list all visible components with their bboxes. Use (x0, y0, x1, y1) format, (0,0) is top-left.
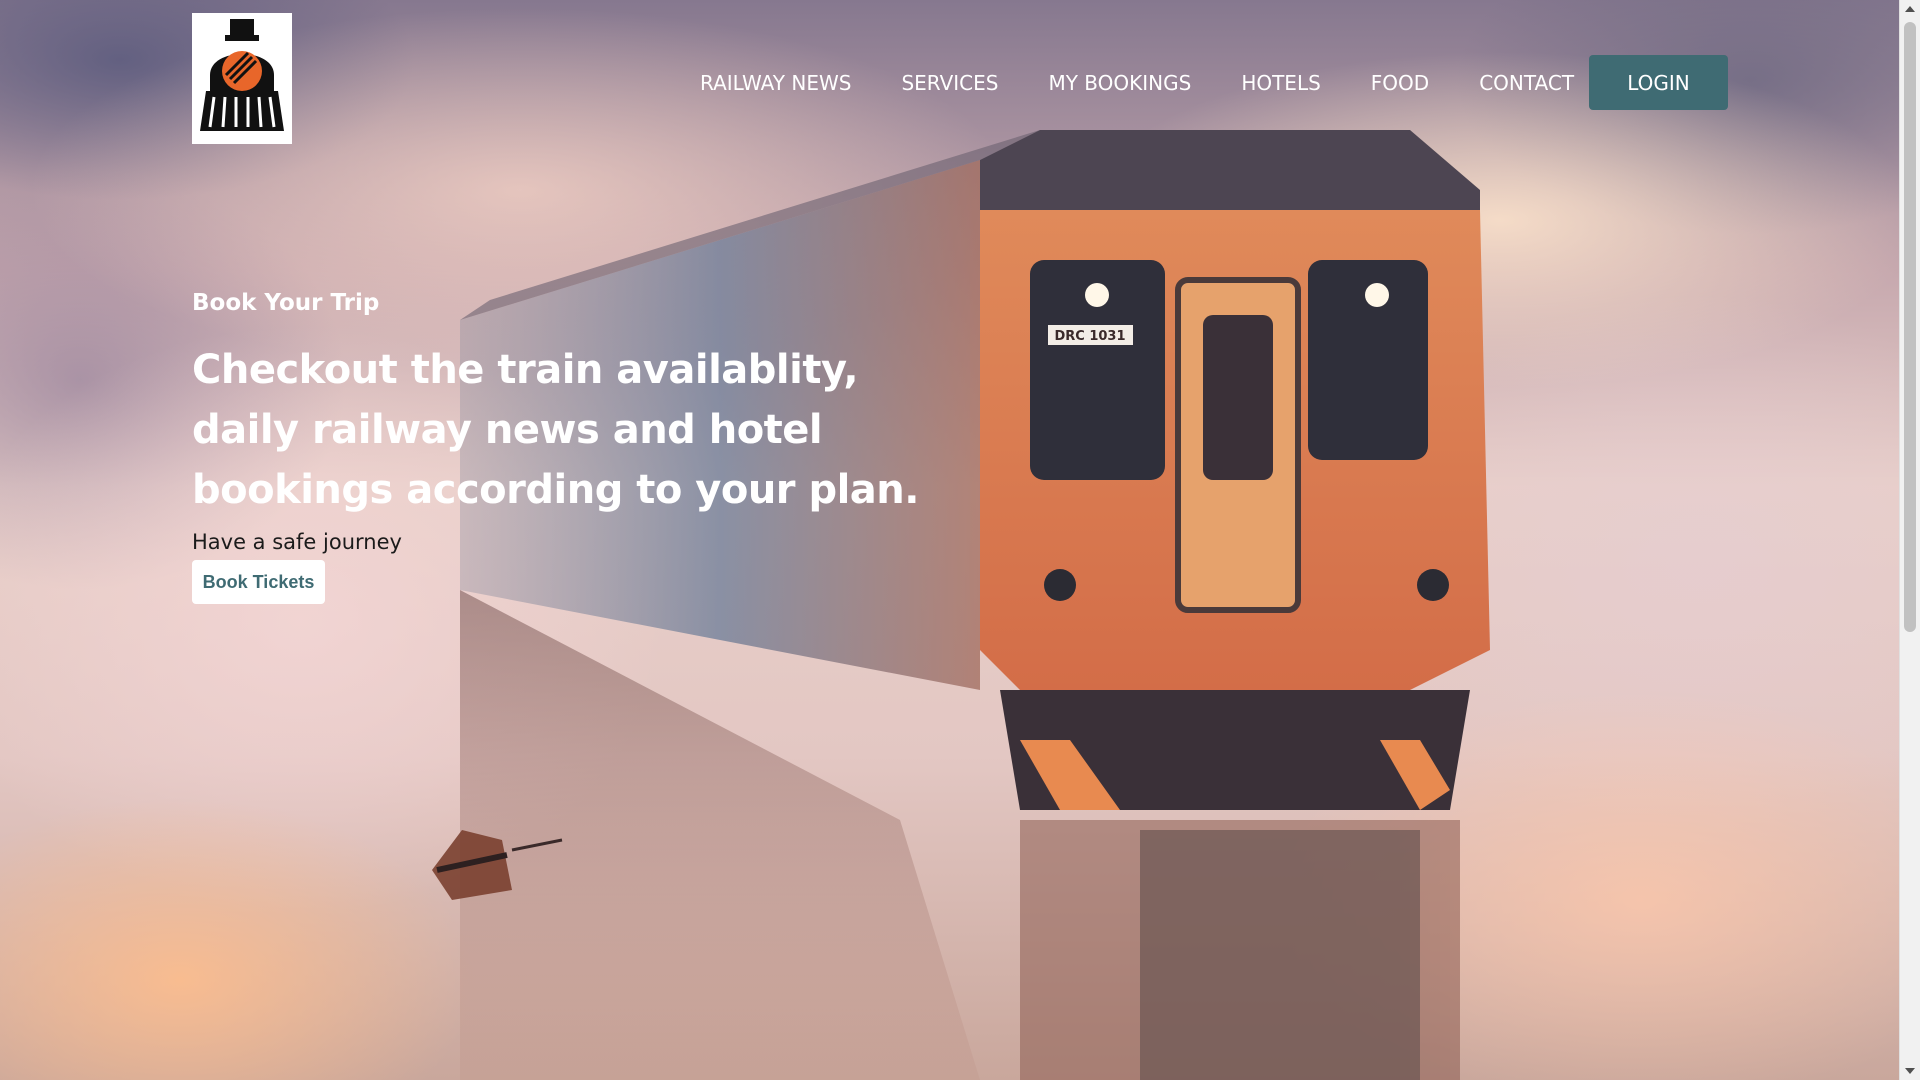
hero-headline: Checkout the train availablity, daily ra… (192, 347, 919, 513)
nav-food[interactable]: FOOD (1371, 71, 1429, 95)
scroll-up-icon[interactable] (1905, 6, 1915, 12)
nav-hotels[interactable]: HOTELS (1241, 71, 1320, 95)
page-scrollbar[interactable] (1899, 0, 1920, 1080)
hero-kicker: Book Your Trip (192, 290, 380, 316)
book-tickets-button[interactable]: Book Tickets (192, 560, 325, 604)
nav-services[interactable]: SERVICES (901, 71, 998, 95)
train-number-plate: DRC 1031 (1054, 329, 1125, 344)
nav-my-bookings[interactable]: MY BOOKINGS (1048, 71, 1191, 95)
scroll-down-icon[interactable] (1905, 1068, 1915, 1074)
train-illustration: DRC 1031 (432, 130, 1490, 1080)
nav-contact[interactable]: CONTACT (1479, 71, 1574, 95)
site-logo[interactable] (192, 13, 292, 144)
steam-locomotive-icon (200, 19, 284, 131)
hero-subtext: Have a safe journey (192, 530, 402, 554)
login-button[interactable]: LOGIN (1589, 55, 1728, 110)
scrollbar-thumb[interactable] (1904, 22, 1916, 632)
page: DRC 1031 RAILWAY NEWS SERVICES MY BOOKIN… (0, 0, 1920, 1080)
main-nav: RAILWAY NEWS SERVICES MY BOOKINGS HOTELS… (700, 55, 1624, 110)
nav-railway-news[interactable]: RAILWAY NEWS (700, 71, 851, 95)
